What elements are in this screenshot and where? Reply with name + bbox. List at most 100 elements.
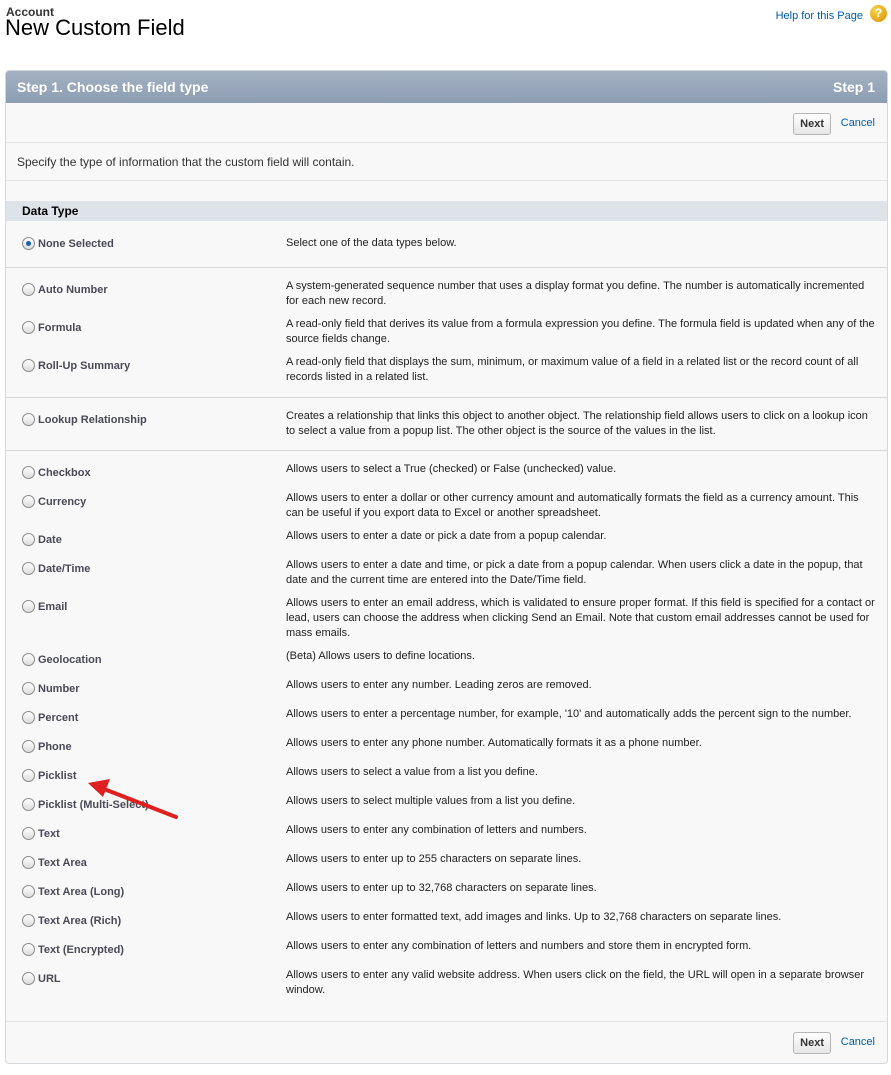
radio-button[interactable]	[22, 711, 35, 724]
next-button[interactable]: Next	[793, 113, 831, 135]
data-type-label[interactable]: Formula	[38, 322, 81, 334]
data-type-option[interactable]: Date/Time	[22, 562, 90, 575]
radio-button[interactable]	[22, 856, 35, 869]
cancel-link[interactable]: Cancel	[841, 117, 875, 129]
data-type-label[interactable]: Text	[38, 828, 60, 840]
data-type-label[interactable]: Percent	[38, 712, 78, 724]
radio-button[interactable]	[22, 740, 35, 753]
data-type-description: Select one of the data types below.	[286, 237, 457, 249]
data-type-label[interactable]: Phone	[38, 741, 72, 753]
next-button-bottom[interactable]: Next	[793, 1032, 831, 1054]
data-type-list: None Selected Select one of the data type…	[6, 221, 887, 1021]
group-divider	[6, 450, 887, 451]
radio-button[interactable]	[22, 283, 35, 296]
data-type-description: Allows users to select a True (checked) …	[286, 463, 617, 475]
data-type-option[interactable]: Date	[22, 533, 62, 546]
data-type-option[interactable]: Phone	[22, 740, 72, 753]
radio-button[interactable]	[22, 885, 35, 898]
data-type-option[interactable]: Picklist	[22, 769, 77, 782]
data-type-label[interactable]: Picklist	[38, 770, 77, 782]
data-type-option[interactable]: Text Area (Rich)	[22, 914, 121, 927]
data-type-option[interactable]: Lookup Relationship	[22, 413, 147, 426]
data-type-option[interactable]: Text Area (Long)	[22, 885, 124, 898]
data-type-description: Creates a relationship that links this o…	[286, 410, 868, 437]
data-type-description: Allows users to enter any combination of…	[286, 824, 587, 836]
data-type-description: (Beta) Allows users to define locations.	[286, 650, 475, 662]
data-type-option[interactable]: Picklist (Multi-Select)	[22, 798, 149, 811]
data-type-option[interactable]: Email	[22, 600, 67, 613]
data-type-description: A system-generated sequence number that …	[286, 280, 865, 307]
data-type-description: Allows users to enter a date or pick a d…	[286, 530, 607, 542]
data-type-option[interactable]: Checkbox	[22, 466, 91, 479]
radio-button[interactable]	[22, 466, 35, 479]
radio-button[interactable]	[22, 943, 35, 956]
group-divider	[6, 267, 887, 268]
data-type-label[interactable]: Geolocation	[38, 654, 102, 666]
radio-button[interactable]	[22, 321, 35, 334]
instructions-text: Specify the type of information that the…	[6, 143, 887, 181]
help-link[interactable]: Help for this Page	[776, 10, 863, 22]
radio-button[interactable]	[22, 827, 35, 840]
data-type-label[interactable]: Text Area	[38, 857, 87, 869]
data-type-label[interactable]: Text Area (Rich)	[38, 915, 121, 927]
data-type-description: Allows users to enter any phone number. …	[286, 737, 702, 749]
data-type-option[interactable]: Formula	[22, 321, 81, 334]
data-type-option[interactable]: Text	[22, 827, 60, 840]
data-type-label[interactable]: URL	[38, 973, 61, 985]
data-type-description: Allows users to enter an email address, …	[286, 597, 875, 639]
data-type-option[interactable]: Number	[22, 682, 80, 695]
data-type-option[interactable]: URL	[22, 972, 61, 985]
radio-button[interactable]	[22, 682, 35, 695]
data-type-option[interactable]: Text Area	[22, 856, 87, 869]
data-type-description: A read-only field that derives its value…	[286, 318, 875, 345]
radio-button[interactable]	[22, 600, 35, 613]
step-bar: Step 1. Choose the field type Step 1	[6, 71, 887, 103]
data-type-description: A read-only field that displays the sum,…	[286, 356, 859, 383]
cancel-link-bottom[interactable]: Cancel	[841, 1036, 875, 1048]
radio-button[interactable]	[22, 495, 35, 508]
data-type-description: Allows users to enter any number. Leadin…	[286, 679, 592, 691]
data-type-description: Allows users to enter a date and time, o…	[286, 559, 863, 586]
section-header-data-type: Data Type	[6, 201, 887, 221]
radio-button[interactable]	[22, 237, 35, 250]
data-type-description: Allows users to select a value from a li…	[286, 766, 538, 778]
radio-button[interactable]	[22, 533, 35, 546]
radio-button[interactable]	[22, 562, 35, 575]
radio-button[interactable]	[22, 413, 35, 426]
data-type-label[interactable]: Auto Number	[38, 284, 108, 296]
data-type-label[interactable]: Text (Encrypted)	[38, 944, 124, 956]
radio-button[interactable]	[22, 769, 35, 782]
data-type-label[interactable]: Roll-Up Summary	[38, 360, 130, 372]
data-type-option[interactable]: Roll-Up Summary	[22, 359, 130, 372]
radio-button[interactable]	[22, 359, 35, 372]
data-type-description: Allows users to enter up to 32,768 chara…	[286, 882, 597, 894]
radio-button[interactable]	[22, 653, 35, 666]
radio-button[interactable]	[22, 972, 35, 985]
data-type-label[interactable]: Lookup Relationship	[38, 414, 147, 426]
bottom-button-row: Next Cancel	[6, 1021, 887, 1063]
data-type-label[interactable]: Currency	[38, 496, 86, 508]
data-type-description: Allows users to enter a percentage numbe…	[286, 708, 852, 720]
radio-button[interactable]	[22, 914, 35, 927]
step-title: Step 1. Choose the field type	[17, 79, 209, 95]
data-type-label[interactable]: None Selected	[38, 238, 114, 250]
data-type-option[interactable]: None Selected	[22, 237, 114, 250]
data-type-label[interactable]: Number	[38, 683, 80, 695]
help-icon[interactable]: ?	[870, 5, 887, 22]
step-number: Step 1	[832, 79, 875, 95]
data-type-description: Allows users to select multiple values f…	[286, 795, 576, 807]
data-type-label[interactable]: Picklist (Multi-Select)	[38, 799, 149, 811]
data-type-label[interactable]: Date	[38, 534, 62, 546]
data-type-option[interactable]: Geolocation	[22, 653, 102, 666]
data-type-label[interactable]: Date/Time	[38, 563, 90, 575]
data-type-label[interactable]: Checkbox	[38, 467, 91, 479]
radio-button[interactable]	[22, 798, 35, 811]
data-type-option[interactable]: Auto Number	[22, 283, 108, 296]
data-type-label[interactable]: Text Area (Long)	[38, 886, 124, 898]
data-type-option[interactable]: Currency	[22, 495, 86, 508]
data-type-description: Allows users to enter any valid website …	[286, 969, 864, 996]
step-panel: Step 1. Choose the field type Step 1 Nex…	[5, 70, 888, 1064]
data-type-option[interactable]: Text (Encrypted)	[22, 943, 124, 956]
data-type-option[interactable]: Percent	[22, 711, 78, 724]
data-type-label[interactable]: Email	[38, 601, 67, 613]
